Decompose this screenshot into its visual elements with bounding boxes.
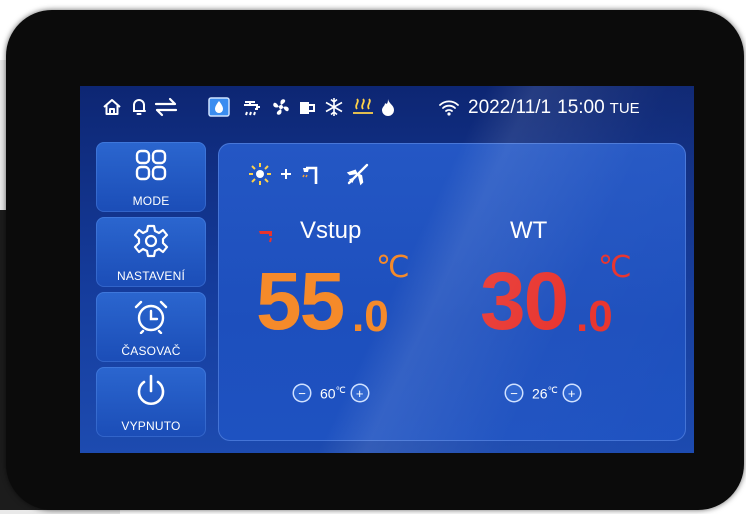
time-text: 15:00	[557, 97, 605, 118]
transfer-arrows-icon	[154, 96, 178, 118]
zone-label-wt: WT	[510, 217, 548, 244]
main-panel: Vstup 55 .0 ℃ WT 30 .0 ℃	[218, 143, 686, 441]
current-temp-wt: 30	[480, 256, 569, 347]
grid-icon	[96, 148, 206, 188]
plus-icon	[280, 167, 292, 185]
device-bezel: 2022/11/1 15:00 TUE MODE NASTAVENÍ ČASOV…	[6, 10, 744, 510]
sidebar-item-mode[interactable]: MODE	[96, 142, 206, 212]
floor-heating-icon	[352, 96, 374, 118]
setpoint-value: 26	[532, 385, 548, 402]
shower-icon	[300, 162, 324, 191]
mode-indicators	[248, 162, 370, 191]
sun-icon	[248, 162, 272, 191]
setpoint-control-vstup: − 60℃ +	[294, 383, 368, 403]
sidebar-item-label: ČASOVAČ	[121, 344, 181, 358]
status-bar: 2022/11/1 15:00 TUE	[80, 86, 694, 130]
increase-button-wt[interactable]: +	[563, 385, 580, 401]
setpoint-control-wt: − 26℃ +	[506, 383, 580, 403]
display-screen: 2022/11/1 15:00 TUE MODE NASTAVENÍ ČASOV…	[80, 86, 694, 453]
home-icon[interactable]	[102, 96, 122, 118]
flame-icon	[380, 96, 396, 118]
water-tap-icon	[256, 223, 278, 248]
decrease-button-vstup[interactable]: −	[294, 385, 310, 401]
power-icon	[96, 373, 206, 413]
wifi-icon	[438, 96, 460, 118]
setpoint-unit: ℃	[547, 384, 558, 395]
airplane-icon	[346, 162, 370, 191]
increase-button-vstup[interactable]: +	[351, 385, 368, 401]
sidebar-item-label: NASTAVENÍ	[116, 269, 186, 283]
setpoint-unit: ℃	[335, 384, 346, 395]
sidebar-item-label: MODE	[132, 194, 170, 208]
date-text: 2022/11/1	[468, 97, 552, 118]
setpoint-value: 60	[320, 385, 336, 402]
sidebar-item-label: VYPNUTO	[121, 419, 181, 433]
date-time: 2022/11/1 15:00 TUE	[468, 96, 640, 120]
alarm-clock-icon	[96, 298, 206, 338]
decrease-button-wt[interactable]: −	[506, 385, 522, 401]
setpoint-wt: 26℃	[532, 385, 558, 402]
temp-unit-wt: ℃	[598, 251, 632, 284]
zone-label-vstup: Vstup	[300, 217, 362, 244]
snowflake-icon	[324, 96, 344, 118]
sidebar-item-vypnuto[interactable]: VYPNUTO	[96, 367, 206, 437]
current-temp-decimal-wt: .0	[576, 292, 613, 341]
pump-icon	[298, 96, 316, 118]
setpoint-vstup: 60℃	[320, 385, 346, 402]
bell-icon[interactable]	[130, 96, 148, 118]
temp-unit-vstup: ℃	[376, 251, 410, 284]
water-tap-icon	[242, 96, 262, 118]
current-temp-decimal-vstup: .0	[352, 292, 389, 341]
gear-icon	[96, 223, 206, 263]
sidebar-item-nastaveni[interactable]: NASTAVENÍ	[96, 217, 206, 287]
fan-icon	[270, 96, 292, 118]
water-mode-icon[interactable]	[208, 96, 230, 118]
day-text: TUE	[609, 99, 640, 117]
current-temp-vstup: 55	[256, 256, 345, 347]
sidebar-item-casovac[interactable]: ČASOVAČ	[96, 292, 206, 362]
